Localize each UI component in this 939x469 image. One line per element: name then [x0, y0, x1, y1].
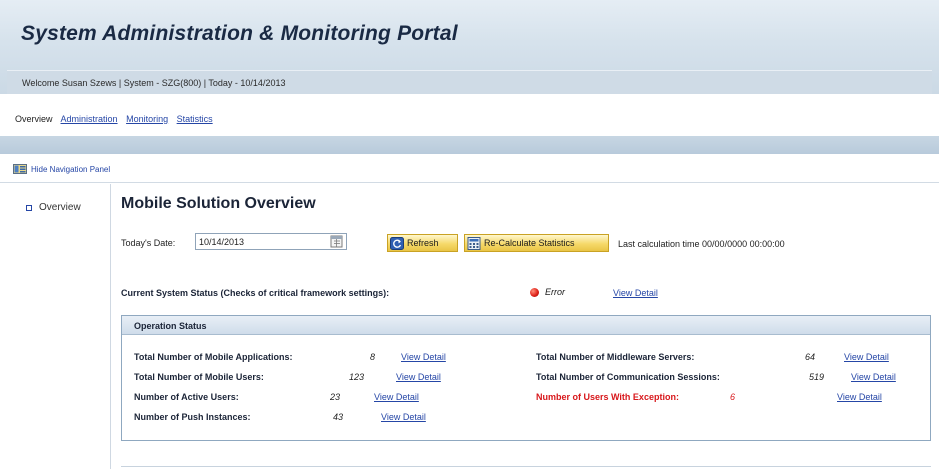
hide-navigation-panel-label: Hide Navigation Panel [31, 164, 111, 174]
refresh-icon [390, 236, 404, 250]
left-navigation-panel: Overview [0, 184, 111, 469]
navigation-panel-icon [13, 164, 27, 174]
sidebar-item-label: Overview [39, 202, 81, 213]
tab-monitoring[interactable]: Monitoring [126, 114, 168, 124]
welcome-text: Welcome Susan Szews | System - SZG(800) … [22, 78, 286, 88]
push-instances-view-detail-link[interactable]: View Detail [381, 412, 426, 422]
page-title: Mobile Solution Overview [121, 195, 316, 212]
mobile-users-value: 123 [349, 372, 365, 382]
calculator-icon [467, 236, 481, 250]
active-users-view-detail-link[interactable]: View Detail [374, 392, 419, 402]
communication-sessions-label: Total Number of Communication Sessions: [536, 372, 720, 382]
square-bullet-icon [26, 204, 32, 211]
recalculate-statistics-label: Re-Calculate Statistics [484, 238, 575, 248]
portal-header: System Administration & Monitoring Porta… [0, 0, 939, 94]
refresh-label: Refresh [407, 238, 439, 248]
mobile-users-label: Total Number of Mobile Users: [134, 372, 264, 382]
calendar-icon[interactable] [329, 234, 345, 249]
portal-title: System Administration & Monitoring Porta… [21, 22, 458, 45]
mobile-applications-value: 8 [370, 352, 376, 362]
current-system-status-label: Current System Status (Checks of critica… [121, 288, 390, 298]
navigation-toggle-bar: Hide Navigation Panel [0, 157, 939, 183]
push-instances-value: 43 [333, 412, 344, 422]
users-with-exception-view-detail-link[interactable]: View Detail [837, 392, 882, 402]
content-divider [121, 466, 931, 467]
recalculate-statistics-button[interactable]: Re-Calculate Statistics [464, 234, 609, 252]
tab-administration[interactable]: Administration [61, 114, 118, 124]
welcome-bar: Welcome Susan Szews | System - SZG(800) … [7, 70, 932, 94]
hide-navigation-panel-button[interactable]: Hide Navigation Panel [13, 164, 110, 174]
todays-date-input[interactable] [195, 233, 347, 250]
sub-header-bar [0, 136, 939, 154]
middleware-servers-view-detail-link[interactable]: View Detail [844, 352, 889, 362]
operation-status-header: Operation Status [122, 316, 930, 335]
system-status-value: Error [545, 287, 565, 297]
error-status-icon [530, 288, 539, 297]
users-with-exception-label: Number of Users With Exception: [536, 392, 679, 402]
todays-date-label: Today's Date: [121, 238, 176, 248]
tab-overview[interactable]: Overview [15, 114, 53, 124]
mobile-applications-label: Total Number of Mobile Applications: [134, 352, 293, 362]
push-instances-label: Number of Push Instances: [134, 412, 251, 422]
active-users-value: 23 [330, 392, 341, 402]
operation-status-title: Operation Status [134, 321, 207, 331]
users-with-exception-value: 6 [730, 392, 736, 402]
last-calculation-time: Last calculation time 00/00/0000 00:00:0… [618, 239, 785, 249]
middleware-servers-value: 64 [805, 352, 816, 362]
mobile-applications-view-detail-link[interactable]: View Detail [401, 352, 446, 362]
mobile-users-view-detail-link[interactable]: View Detail [396, 372, 441, 382]
sidebar-item-overview[interactable]: Overview [26, 202, 81, 213]
active-users-label: Number of Active Users: [134, 392, 239, 402]
operation-status-panel: Operation Status Total Number of Mobile … [121, 315, 931, 441]
communication-sessions-value: 519 [809, 372, 825, 382]
top-navigation: Overview Administration Monitoring Stati… [0, 94, 939, 136]
system-status-view-detail-link[interactable]: View Detail [613, 288, 658, 298]
tab-statistics[interactable]: Statistics [177, 114, 213, 124]
refresh-button[interactable]: Refresh [387, 234, 458, 252]
middleware-servers-label: Total Number of Middleware Servers: [536, 352, 695, 362]
communication-sessions-view-detail-link[interactable]: View Detail [851, 372, 896, 382]
